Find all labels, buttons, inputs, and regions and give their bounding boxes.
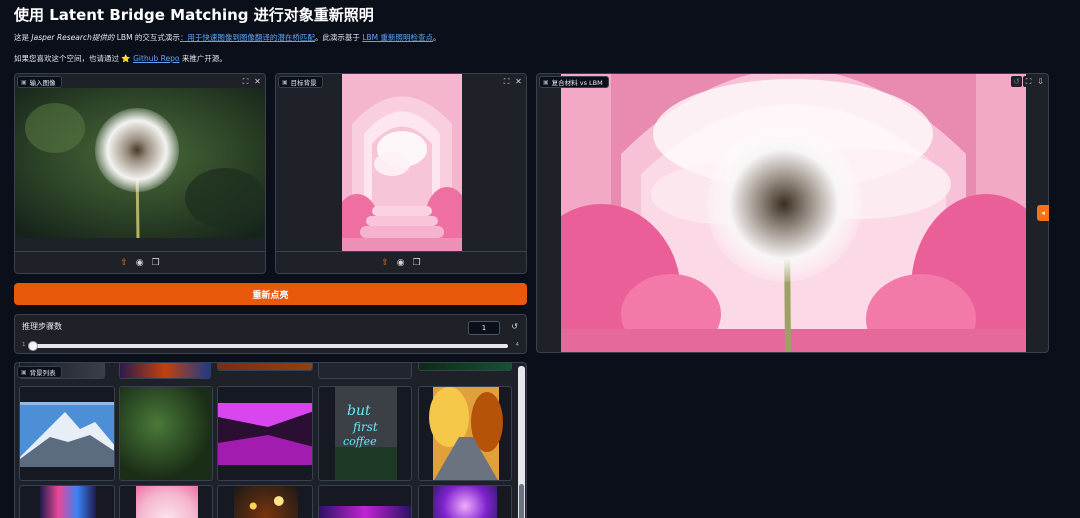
star-icon: ⭐: [121, 54, 131, 63]
target-background-source-bar: ⇧ ◉ ❐: [276, 251, 526, 273]
gallery-thumbnail[interactable]: [19, 386, 115, 481]
mountain-photo: [20, 402, 114, 467]
dandelion-photo: [15, 88, 265, 238]
gallery-thumbnail[interactable]: [217, 386, 313, 481]
close-icon[interactable]: ✕: [513, 76, 524, 87]
intro-prefix: 这是: [14, 33, 29, 42]
upload-icon[interactable]: ⇧: [381, 258, 389, 268]
input-image-label: ▣ 输入图像: [17, 76, 62, 88]
gallery-thumbnail[interactable]: [19, 485, 115, 518]
github-repo-link[interactable]: Github Repo: [133, 54, 179, 63]
upload-icon[interactable]: ⇧: [120, 258, 128, 268]
webcam-icon[interactable]: ◉: [397, 258, 405, 268]
compare-slider-handle[interactable]: ◂: [1037, 205, 1049, 221]
svg-text:but: but: [347, 403, 371, 419]
input-image-source-bar: ⇧ ◉ ❐: [15, 251, 265, 273]
clipboard-icon[interactable]: ❐: [413, 258, 421, 268]
background-gallery: ▣ 背景列表 but first coffee: [14, 362, 527, 518]
neon-corridor-photo: [218, 387, 312, 480]
image-icon: ▣: [21, 368, 27, 376]
inference-steps-input[interactable]: [468, 321, 500, 335]
input-image-panel[interactable]: ▣ 输入图像 ⛶ ✕ ⇧ ◉ ❐: [14, 73, 266, 274]
fullscreen-icon[interactable]: ⛶: [240, 76, 251, 87]
gallery-thumbnail[interactable]: [318, 485, 412, 518]
intro-end: 。: [433, 33, 441, 42]
promo-prefix: 如果您喜欢这个空间，也请通过: [14, 54, 119, 63]
inference-steps-control: 推理步骤数 ↺ 1 4: [14, 314, 527, 354]
composite-vs-lbm-panel[interactable]: ▣ 复合材料 vs LBM ↺ ⛶ ⇩: [536, 73, 1049, 353]
inference-steps-slider[interactable]: [28, 341, 508, 351]
gallery-thumbnail[interactable]: [217, 363, 313, 371]
slider-max-label: 4: [515, 342, 520, 348]
gallery-thumbnail[interactable]: [217, 485, 313, 518]
paper-link[interactable]: ：用于快速图像到图像翻译的潜在桥匹配: [180, 33, 315, 42]
inference-steps-label: 推理步骤数: [22, 322, 62, 331]
target-background-panel[interactable]: ▣ 目标背景 ⛶ ✕ ⇧ ◉ ❐: [275, 73, 527, 274]
slider-min-label: 1: [22, 342, 26, 348]
undo-icon[interactable]: ↺: [1011, 76, 1022, 87]
gallery-thumbnail[interactable]: [418, 363, 512, 371]
target-background-label: ▣ 目标背景: [278, 76, 323, 88]
close-icon[interactable]: ✕: [252, 76, 263, 87]
gallery-thumbnail[interactable]: [119, 363, 211, 379]
target-background-image[interactable]: [342, 74, 462, 252]
input-image[interactable]: [15, 88, 265, 238]
autumn-road-photo: [429, 387, 503, 480]
pink-arch-photo: [342, 74, 462, 252]
intro-middle: LBM 的交互式演示: [116, 33, 180, 42]
input-image-tools: ⛶ ✕: [240, 76, 263, 87]
gallery-thumbnail[interactable]: [418, 386, 512, 481]
intro-provided: 提供的: [91, 33, 115, 42]
target-background-tools: ⛶ ✕: [501, 76, 524, 87]
composite-image[interactable]: [561, 74, 1026, 352]
intro-text: 这是 Jasper Research提供的 LBM 的交互式演示：用于快速图像到…: [14, 32, 441, 43]
gallery-thumbnail[interactable]: [119, 485, 213, 518]
slider-thumb[interactable]: [28, 341, 38, 351]
promo-suffix: 来推广开源。: [181, 54, 227, 63]
image-icon: ▣: [21, 78, 27, 86]
page-title: 使用 Latent Bridge Matching 进行对象重新照明: [14, 6, 374, 24]
intro-org: Jasper Research: [31, 33, 92, 42]
gallery-scrollbar-thumb[interactable]: [519, 484, 524, 518]
webcam-icon[interactable]: ◉: [136, 258, 144, 268]
image-icon: ▣: [543, 78, 549, 86]
checkpoint-link[interactable]: LBM 重新照明检查点: [362, 33, 433, 42]
gallery-label: ▣ 背景列表: [17, 366, 62, 378]
gallery-thumbnail[interactable]: [418, 485, 512, 518]
composite-tools: ↺ ⛶ ⇩: [1011, 76, 1046, 87]
relit-dandelion-photo: [561, 74, 1026, 352]
gallery-scrollbar[interactable]: [518, 366, 525, 518]
gallery-thumbnail[interactable]: but first coffee: [318, 386, 412, 481]
clipboard-icon[interactable]: ❐: [152, 258, 160, 268]
relight-button[interactable]: 重新点亮: [14, 283, 527, 305]
gallery-thumbnail[interactable]: [119, 386, 213, 481]
svg-text:first: first: [352, 420, 378, 434]
reset-icon[interactable]: ↺: [511, 322, 518, 331]
download-icon[interactable]: ⇩: [1035, 76, 1046, 87]
neon-sign-photo: but first coffee: [335, 387, 397, 480]
composite-vs-lbm-label: ▣ 复合材料 vs LBM: [539, 76, 609, 88]
gallery-thumbnail[interactable]: [318, 363, 412, 379]
intro-after-link: 。此演示基于: [314, 33, 360, 42]
promo-text: 如果您喜欢这个空间，也请通过 ⭐ Github Repo 来推广开源。: [14, 53, 227, 64]
image-icon: ▣: [282, 78, 288, 86]
fullscreen-icon[interactable]: ⛶: [1023, 76, 1034, 87]
fullscreen-icon[interactable]: ⛶: [501, 76, 512, 87]
svg-text:coffee: coffee: [343, 435, 377, 448]
